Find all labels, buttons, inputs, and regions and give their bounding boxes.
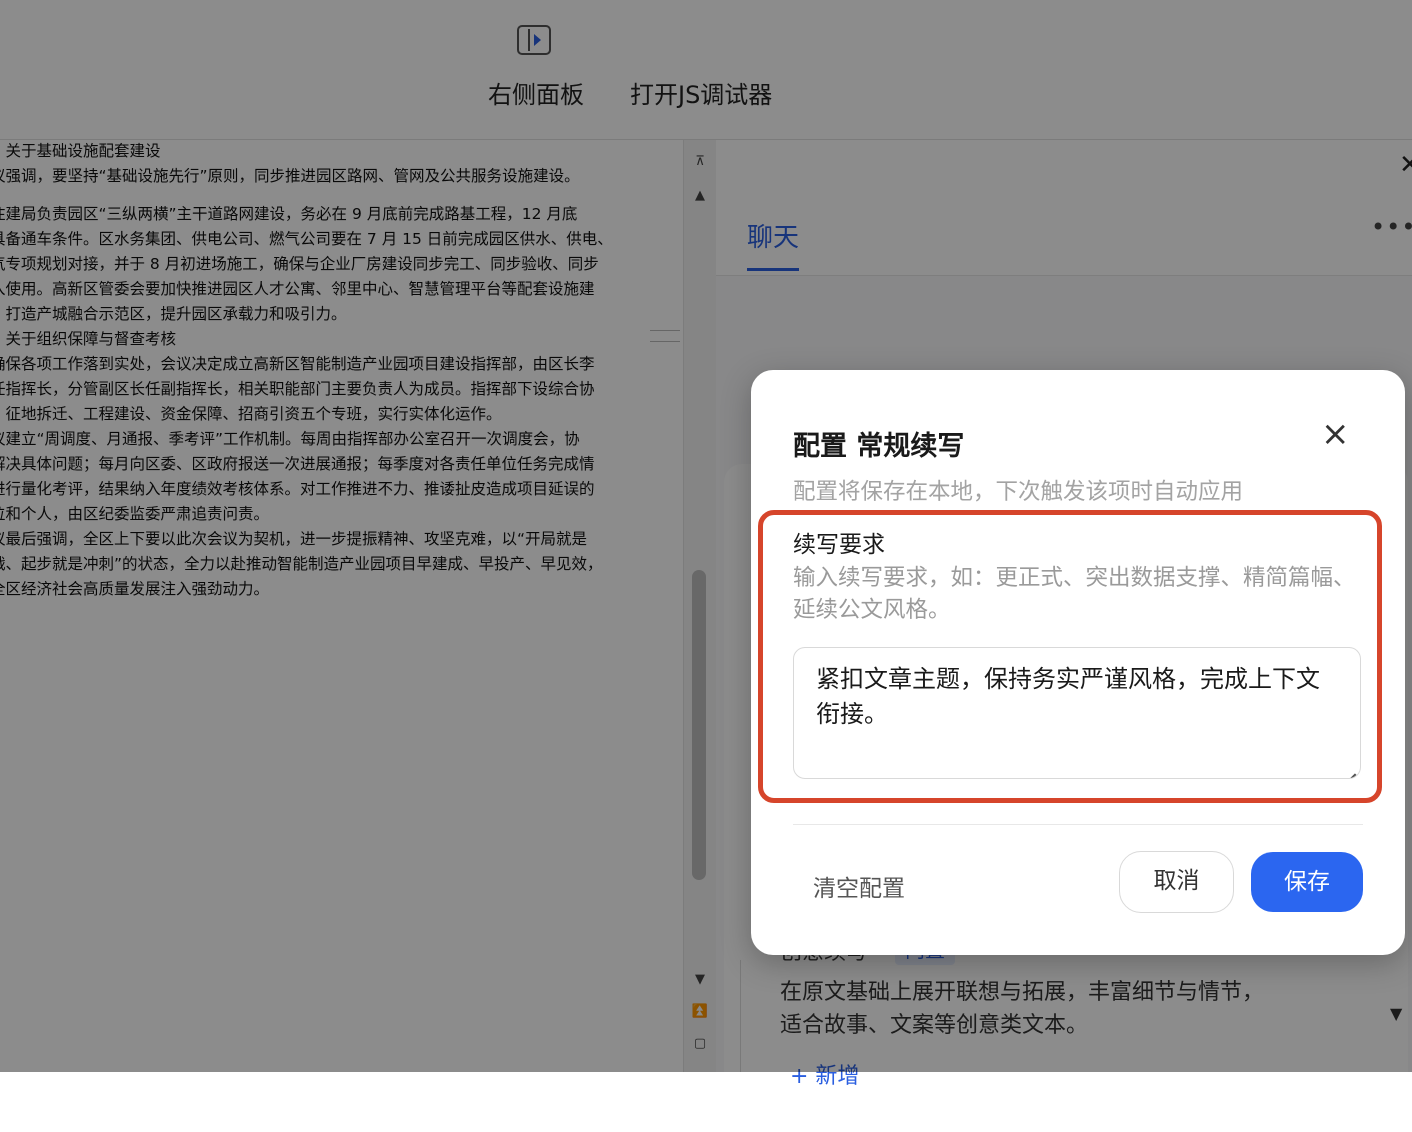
clear-config-button[interactable]: 清空配置 <box>813 869 905 903</box>
resize-handle-icon[interactable] <box>1342 760 1356 778</box>
field-label: 续写要求 <box>793 532 885 558</box>
config-dialog: 配置 常规续写 × 配置将保存在本地，下次触发该项时自动应用 续写要求 输入续写… <box>751 370 1405 955</box>
field-hint: 输入续写要求，如：更正式、突出数据支撑、精简篇幅、延续公文风格。 <box>793 565 1356 623</box>
dialog-divider <box>793 824 1363 825</box>
continuation-requirement-textarea[interactable]: 紧扣文章主题，保持务实严谨风格，完成上下文衔接。 <box>793 647 1361 779</box>
close-icon[interactable]: × <box>1321 417 1350 451</box>
dialog-subtitle: 配置将保存在本地，下次触发该项时自动应用 <box>793 479 1244 505</box>
save-button[interactable]: 保存 <box>1251 852 1363 912</box>
cancel-button[interactable]: 取消 <box>1119 851 1234 913</box>
dialog-title: 配置 常规续写 <box>793 431 965 462</box>
textarea-value: 紧扣文章主题，保持务实严谨风格，完成上下文衔接。 <box>816 665 1320 728</box>
